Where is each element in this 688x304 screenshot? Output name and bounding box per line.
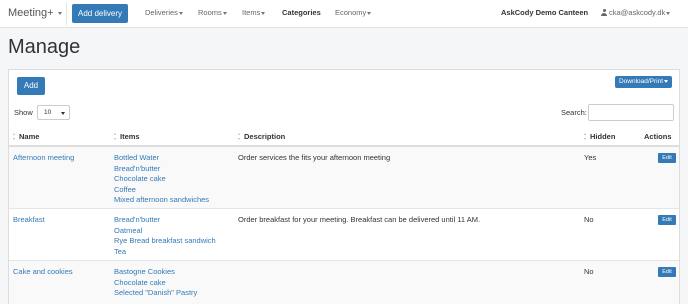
top-navbar: Meeting+ Add delivery Deliveries Rooms I… (0, 0, 688, 28)
column-header-name[interactable]: Name (13, 132, 39, 141)
item-link[interactable]: Chocolate cake (114, 278, 197, 289)
caret-down-icon (261, 11, 266, 15)
items-list: Bread'n'butter Oatmeal Rye Bread breakfa… (114, 215, 216, 257)
table-row: Afternoon meeting Bottled Water Bread'n'… (9, 147, 679, 209)
item-link[interactable]: Oatmeal (114, 226, 216, 237)
hidden-value: No (584, 215, 594, 224)
item-link[interactable]: Bottled Water (114, 153, 209, 164)
sort-icon (238, 133, 241, 140)
description-text: Order services the fits your afternoon m… (238, 153, 391, 162)
column-header-hidden-label: Hidden (590, 132, 616, 141)
download-print-button[interactable]: Download/Print (615, 76, 672, 88)
item-link[interactable]: Bread'n'butter (114, 164, 209, 175)
search-input[interactable] (588, 104, 674, 121)
nav-deliveries-label: Deliveries (145, 8, 178, 17)
hidden-value: Yes (584, 153, 597, 162)
nav-categories-label: Categories (282, 8, 321, 17)
edit-button[interactable]: Edit (658, 215, 676, 225)
item-link[interactable]: Chocolate cake (114, 174, 209, 185)
column-header-actions: Actions (644, 132, 672, 141)
column-header-items-label: Items (120, 132, 140, 141)
caret-down-icon (61, 112, 65, 115)
sort-icon (114, 133, 117, 140)
sort-icon (584, 133, 587, 140)
item-link[interactable]: Selected "Danish" Pastry (114, 288, 197, 299)
page-size-value: 10 (44, 109, 52, 116)
user-icon (601, 9, 607, 16)
page-title: Manage (8, 36, 81, 58)
table-row: Cake and cookies Bastogne Cookies Chocol… (9, 261, 679, 304)
nav-deliveries[interactable]: Deliveries (145, 8, 183, 17)
canteen-name[interactable]: AskCody Demo Canteen (501, 8, 588, 17)
nav-economy-label: Economy (335, 8, 367, 17)
column-header-items[interactable]: Items (114, 132, 140, 141)
nav-items-label: Items (242, 8, 261, 17)
item-link[interactable]: Coffee (114, 185, 209, 196)
column-header-description[interactable]: Description (238, 132, 285, 141)
caret-down-icon (178, 11, 183, 15)
item-link[interactable]: Mixed afternoon sandwiches (114, 195, 209, 206)
sort-icon (13, 133, 16, 140)
caret-down-icon (664, 79, 669, 83)
manage-panel: Add Download/Print Show 10 Search: Name … (8, 69, 680, 304)
page-size-select[interactable]: 10 (37, 105, 70, 120)
brand-label: Meeting+ (8, 7, 54, 19)
edit-button[interactable]: Edit (658, 153, 676, 163)
description-text: Order breakfast for your meeting. Breakf… (238, 215, 481, 224)
add-button[interactable]: Add (17, 77, 45, 95)
caret-down-icon (666, 11, 671, 15)
nav-rooms-label: Rooms (198, 8, 222, 17)
user-email: cka@askcody.dk (609, 8, 666, 17)
user-menu[interactable]: cka@askcody.dk (601, 8, 671, 17)
item-link[interactable]: Bastogne Cookies (114, 267, 197, 278)
items-list: Bastogne Cookies Chocolate cake Selected… (114, 267, 197, 299)
item-link[interactable]: Bread'n'butter (114, 215, 216, 226)
column-header-name-label: Name (19, 132, 40, 141)
column-header-hidden[interactable]: Hidden (584, 132, 615, 141)
edit-button[interactable]: Edit (658, 267, 676, 277)
items-list: Bottled Water Bread'n'butter Chocolate c… (114, 153, 209, 206)
category-name-link[interactable]: Cake and cookies (13, 267, 73, 278)
caret-down-icon (57, 11, 62, 15)
download-print-label: Download/Print (618, 78, 664, 85)
column-header-description-label: Description (244, 132, 286, 141)
nav-categories[interactable]: Categories (282, 8, 321, 17)
search-label: Search: (561, 108, 587, 117)
item-link[interactable]: Tea (114, 247, 216, 258)
caret-down-icon (367, 11, 372, 15)
nav-economy[interactable]: Economy (335, 8, 372, 17)
brand-menu[interactable]: Meeting+ (8, 7, 62, 19)
add-delivery-button[interactable]: Add delivery (72, 4, 128, 23)
nav-items[interactable]: Items (242, 8, 266, 17)
brand-divider (66, 3, 67, 25)
category-name-link[interactable]: Breakfast (13, 215, 45, 226)
table-row: Breakfast Bread'n'butter Oatmeal Rye Bre… (9, 209, 679, 261)
item-link[interactable]: Rye Bread breakfast sandwich (114, 236, 216, 247)
hidden-value: No (584, 267, 594, 276)
caret-down-icon (222, 11, 227, 15)
category-name-link[interactable]: Afternoon meeting (13, 153, 74, 164)
nav-rooms[interactable]: Rooms (198, 8, 227, 17)
show-label: Show (14, 108, 33, 117)
